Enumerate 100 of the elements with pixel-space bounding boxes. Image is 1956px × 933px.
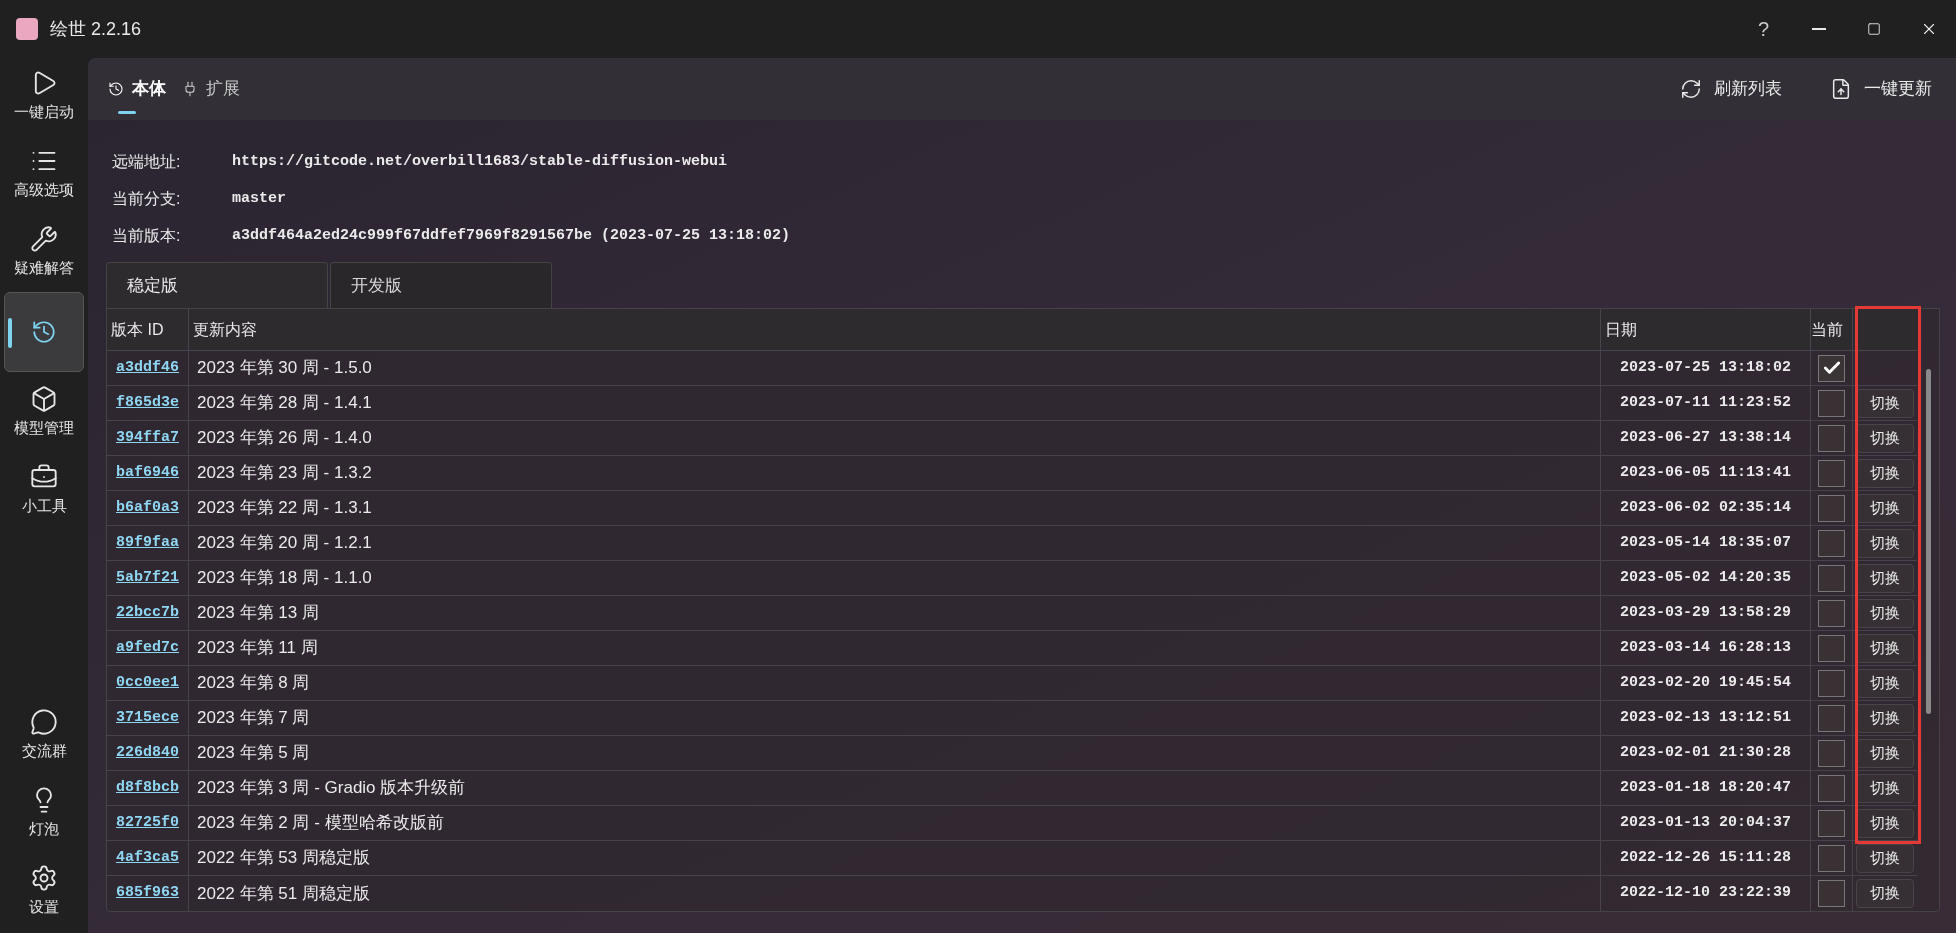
- table-cell: 2023-01-18 18:20:47: [1601, 771, 1811, 805]
- version-link[interactable]: 4af3ca5: [116, 846, 179, 870]
- box-icon: [30, 384, 58, 413]
- switch-button[interactable]: 切换: [1856, 423, 1914, 453]
- branch-tab[interactable]: 稳定版: [106, 262, 328, 308]
- checkbox[interactable]: [1818, 564, 1845, 592]
- checkbox[interactable]: [1818, 599, 1845, 627]
- sidebar-item[interactable]: 疑难解答: [4, 214, 84, 290]
- version-link[interactable]: 3715ece: [116, 706, 179, 730]
- switch-button[interactable]: 切换: [1856, 633, 1914, 663]
- version-link[interactable]: baf6946: [116, 461, 179, 485]
- version-link[interactable]: a9fed7c: [116, 636, 179, 660]
- switch-button[interactable]: 切换: [1856, 388, 1914, 418]
- sidebar-item[interactable]: 设置: [4, 853, 84, 929]
- version-link[interactable]: d8f8bcb: [116, 776, 179, 800]
- table-cell: 2023 年第 26 周 - 1.4.0: [189, 421, 1601, 455]
- switch-button[interactable]: 切换: [1856, 668, 1914, 698]
- version-link[interactable]: 5ab7f21: [116, 566, 179, 590]
- version-link[interactable]: a3ddf46: [116, 356, 179, 380]
- table-cell: 2023 年第 13 周: [189, 596, 1601, 630]
- checkbox[interactable]: [1818, 809, 1845, 837]
- table-cell: 2023 年第 18 周 - 1.1.0: [189, 561, 1601, 595]
- chat-icon: [30, 707, 58, 736]
- version-link[interactable]: 394ffa7: [116, 426, 179, 450]
- app-logo-icon: [16, 18, 38, 40]
- table-cell: 2023 年第 22 周 - 1.3.1: [189, 491, 1601, 525]
- checkbox[interactable]: [1818, 880, 1845, 907]
- table-cell: 2023-02-01 21:30:28: [1601, 736, 1811, 770]
- switch-button[interactable]: 切换: [1856, 458, 1914, 488]
- column-header: 更新内容: [189, 309, 1601, 350]
- version-link[interactable]: b6af0a3: [116, 496, 179, 520]
- switch-button[interactable]: 切换: [1856, 703, 1914, 733]
- header-tab[interactable]: 本体: [100, 58, 174, 120]
- checkbox[interactable]: [1818, 494, 1845, 522]
- table-cell: 2023-05-14 18:35:07: [1601, 526, 1811, 560]
- switch-button[interactable]: 切换: [1856, 879, 1914, 908]
- sidebar-item[interactable]: 高级选项: [4, 136, 84, 212]
- table-cell: 2023 年第 8 周: [189, 666, 1601, 700]
- maximize-icon: [1866, 22, 1881, 36]
- switch-button[interactable]: 切换: [1856, 528, 1914, 558]
- checkbox[interactable]: [1818, 669, 1845, 697]
- table-cell: 2022-12-10 23:22:39: [1601, 876, 1811, 911]
- switch-button[interactable]: 切换: [1856, 738, 1914, 768]
- table-cell: 2023-06-05 11:13:41: [1601, 456, 1811, 490]
- table-cell: 2022 年第 53 周稳定版: [189, 841, 1601, 875]
- column-header: 日期: [1601, 309, 1811, 350]
- switch-button[interactable]: 切换: [1856, 808, 1914, 838]
- sidebar-item[interactable]: 交流群: [4, 697, 84, 773]
- tab-indicator: [118, 111, 136, 114]
- table-cell: 2023-02-13 13:12:51: [1601, 701, 1811, 735]
- help-button[interactable]: ?: [1736, 0, 1791, 58]
- window-title: 绘世 2.2.16: [50, 17, 142, 41]
- checkbox[interactable]: [1818, 739, 1845, 767]
- table-cell: 2023-03-29 13:58:29: [1601, 596, 1811, 630]
- column-header: 版本 ID: [107, 309, 189, 350]
- info-label: 当前版本:: [112, 226, 182, 246]
- checkbox[interactable]: [1818, 529, 1845, 557]
- checkbox[interactable]: [1818, 634, 1845, 662]
- sidebar-item[interactable]: 灯泡: [4, 775, 84, 851]
- sidebar-item[interactable]: 小工具: [4, 452, 84, 528]
- version-link[interactable]: 0cc0ee1: [116, 671, 179, 695]
- switch-button[interactable]: 切换: [1856, 843, 1914, 873]
- history-icon: [108, 81, 124, 97]
- sidebar-item[interactable]: [4, 292, 84, 372]
- table-cell: 2023-01-13 20:04:37: [1601, 806, 1811, 840]
- switch-button[interactable]: 切换: [1856, 598, 1914, 628]
- branch-tab[interactable]: 开发版: [330, 262, 552, 308]
- settings-icon: [30, 863, 58, 892]
- table-cell: 2022-12-26 15:11:28: [1601, 841, 1811, 875]
- version-link[interactable]: 22bcc7b: [116, 601, 179, 625]
- table-cell: 2023-06-02 02:35:14: [1601, 491, 1811, 525]
- switch-button[interactable]: 切换: [1856, 493, 1914, 523]
- table-cell: 2022 年第 51 周稳定版: [189, 876, 1601, 911]
- toolbar-button[interactable]: 刷新列表: [1680, 76, 1782, 102]
- version-link[interactable]: f865d3e: [116, 391, 179, 415]
- sidebar-item[interactable]: 模型管理: [4, 374, 84, 450]
- checkbox[interactable]: [1818, 774, 1845, 802]
- checkbox[interactable]: [1818, 459, 1845, 487]
- info-label: 当前分支:: [112, 189, 182, 209]
- switch-button[interactable]: 切换: [1856, 563, 1914, 593]
- checkbox[interactable]: [1818, 424, 1845, 452]
- checkbox[interactable]: [1818, 704, 1845, 732]
- table-cell: 2023 年第 20 周 - 1.2.1: [189, 526, 1601, 560]
- switch-button[interactable]: 切换: [1856, 773, 1914, 803]
- checkbox[interactable]: [1818, 844, 1845, 872]
- table-cell: 2023 年第 11 周: [189, 631, 1601, 665]
- table-cell: 2023 年第 3 周 - Gradio 版本升级前: [189, 771, 1601, 805]
- table-cell: 2023-06-27 13:38:14: [1601, 421, 1811, 455]
- table-cell: 2023 年第 23 周 - 1.3.2: [189, 456, 1601, 490]
- version-link[interactable]: 226d840: [116, 741, 179, 765]
- version-link[interactable]: 685f963: [116, 882, 179, 905]
- selection-indicator: [8, 318, 12, 348]
- checkbox[interactable]: [1818, 354, 1845, 382]
- version-link[interactable]: 89f9faa: [116, 531, 179, 555]
- header-tab[interactable]: 扩展: [174, 58, 248, 120]
- version-link[interactable]: 82725f0: [116, 811, 179, 835]
- sidebar-item[interactable]: 一键启动: [4, 58, 84, 134]
- table-cell: 2023 年第 28 周 - 1.4.1: [189, 386, 1601, 420]
- checkbox[interactable]: [1818, 389, 1845, 417]
- toolbar-button[interactable]: 一键更新: [1830, 76, 1932, 102]
